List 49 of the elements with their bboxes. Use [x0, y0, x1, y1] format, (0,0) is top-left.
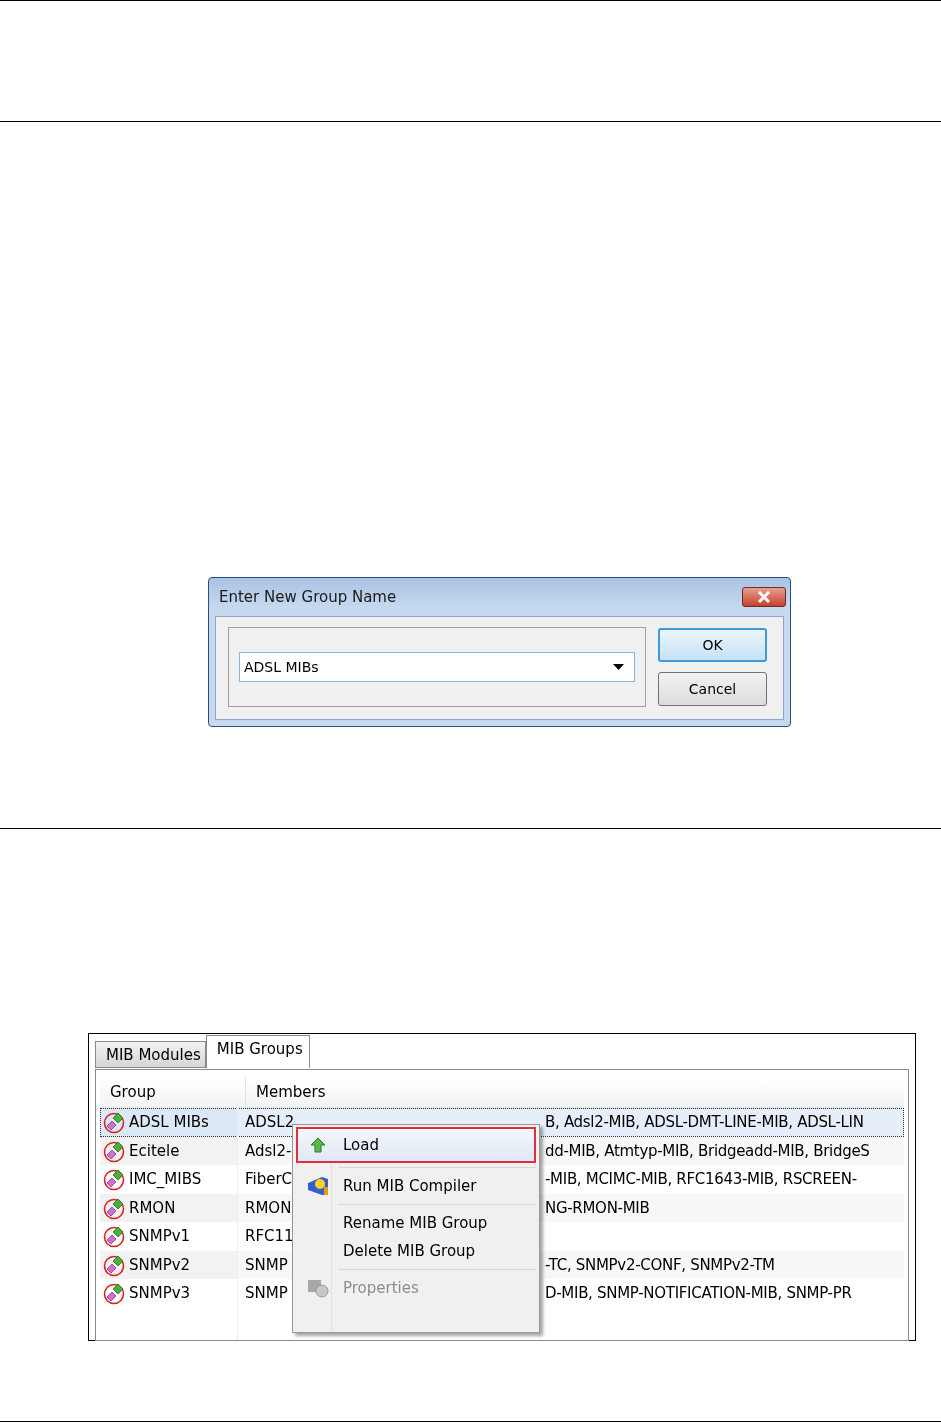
ok-button[interactable]: OK [658, 628, 767, 662]
members-text: dd-MIB, Atmtyp-MIB, Bridgeadd-MIB, BridgeS [545, 1141, 870, 1160]
members-text: SNMP [245, 1255, 288, 1274]
tab[interactable]: MIB Modules [95, 1041, 206, 1068]
menu-item[interactable]: Rename MIB Group [296, 1209, 536, 1237]
group-icon [103, 1224, 127, 1249]
group-icon [103, 1167, 127, 1192]
group-name: SNMPv1 [129, 1227, 191, 1246]
column-header[interactable]: Members [246, 1083, 326, 1101]
dropdown-caret-icon [613, 664, 624, 670]
group-cell[interactable]: SNMPv3 [100, 1279, 237, 1308]
properties-icon [306, 1277, 330, 1299]
group-name: RMON [129, 1198, 176, 1217]
members-text: D-MIB, SNMP-NOTIFICATION-MIB, SNMP-PR [545, 1284, 852, 1303]
dialog-title: Enter New Group Name [219, 588, 397, 606]
members-text: Adsl2- [245, 1141, 292, 1160]
group-name: SNMPv2 [129, 1255, 191, 1274]
members-text: ADSL2 [245, 1113, 295, 1132]
group-cell[interactable]: SNMPv2 [100, 1250, 237, 1279]
group-cell[interactable]: ADSL MIBs [100, 1108, 237, 1137]
members-text: -TC, SNMPv2-CONF, SNMPv2-TM [545, 1255, 775, 1274]
group-cell[interactable]: RMON [100, 1193, 237, 1222]
group-name-combo[interactable]: ADSL MIBs [239, 652, 635, 682]
group-icon [103, 1281, 127, 1306]
menu-item[interactable]: Load [296, 1127, 536, 1163]
compiler-icon [306, 1175, 330, 1197]
group-name: IMC_MIBS [129, 1170, 202, 1189]
group-icon [103, 1110, 127, 1135]
group-cell[interactable]: IMC_MIBS [100, 1165, 237, 1194]
group-cell[interactable]: Ecitele [100, 1136, 237, 1165]
group-name: Ecitele [129, 1141, 180, 1160]
members-text: SNMP [245, 1284, 288, 1303]
members-text: RFC11 [245, 1227, 294, 1246]
members-text: RMON [245, 1198, 292, 1217]
members-text: -MIB, MCIMC-MIB, RFC1643-MIB, RSCREEN- [545, 1170, 857, 1189]
up-arrow-icon [309, 1136, 327, 1154]
column-header[interactable]: Group [100, 1077, 246, 1107]
tab[interactable]: MIB Groups [205, 1035, 310, 1068]
group-cell[interactable]: SNMPv1 [100, 1222, 237, 1251]
close-button[interactable] [742, 587, 786, 607]
group-name: SNMPv3 [129, 1284, 191, 1303]
group-name: ADSL MIBs [129, 1113, 209, 1132]
close-icon [757, 591, 771, 603]
members-text: B, Adsl2-MIB, ADSL-DMT-LINE-MIB, ADSL-LIN [545, 1113, 864, 1132]
menu-item[interactable]: Run MIB Compiler [296, 1172, 536, 1200]
members-text: FiberC [245, 1170, 293, 1189]
cancel-button[interactable]: Cancel [658, 672, 767, 706]
members-text: NG-RMON-MIB [545, 1198, 650, 1217]
menu-item[interactable]: Delete MIB Group [296, 1237, 536, 1265]
